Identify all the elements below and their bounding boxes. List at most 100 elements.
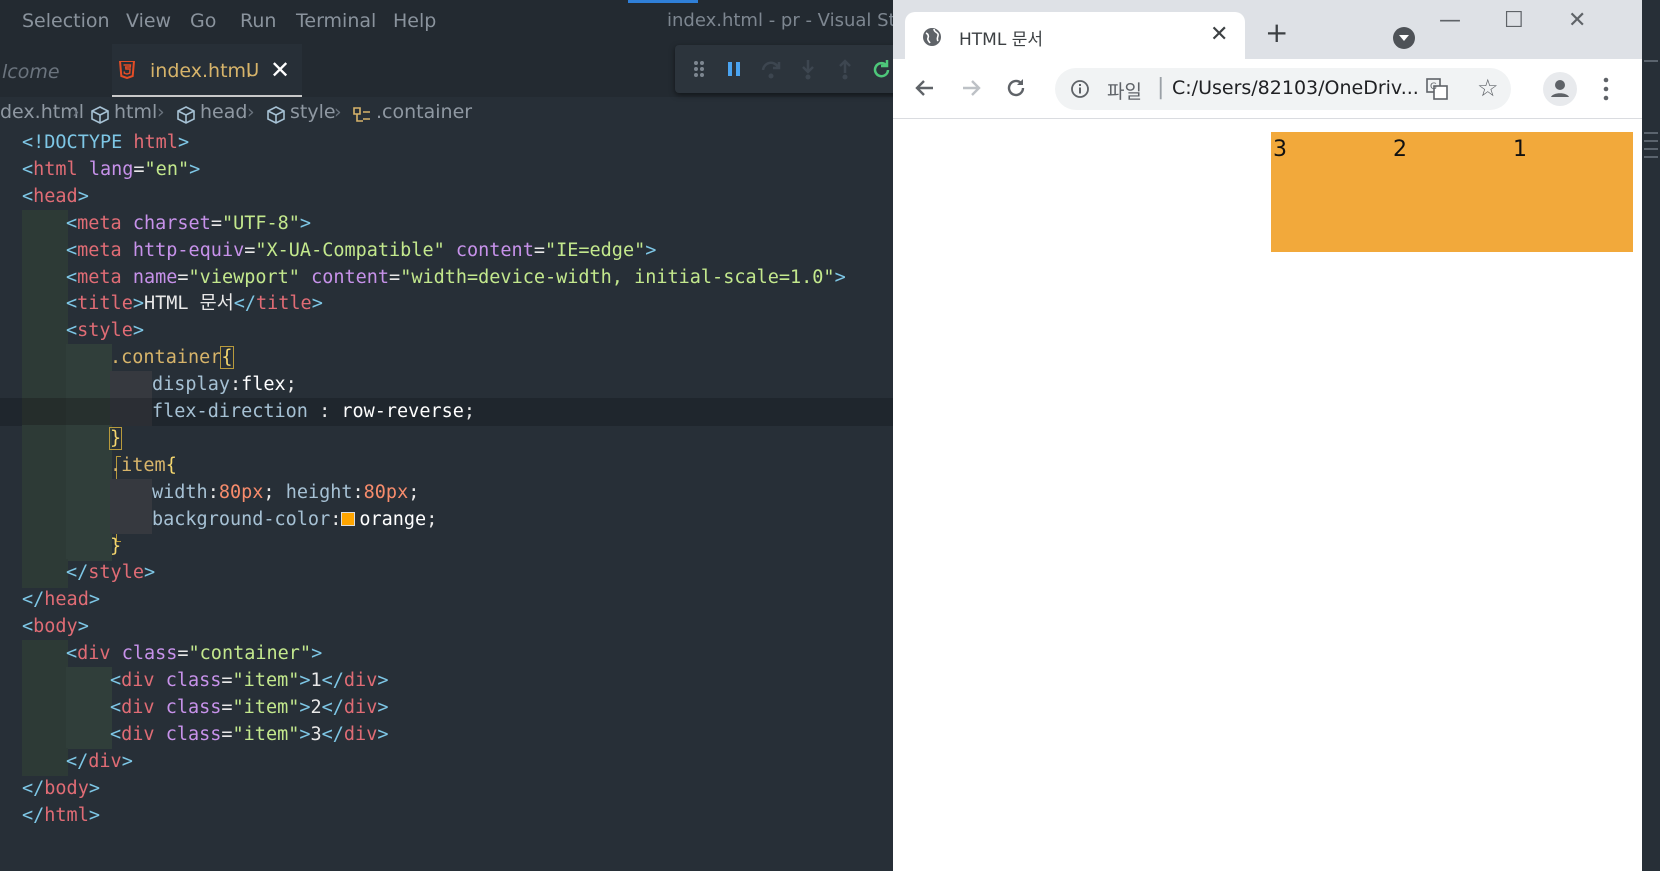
maximize-icon[interactable]: ☐ [1504, 8, 1524, 33]
indent-guide [22, 263, 68, 292]
code-line: } [0, 532, 893, 561]
browser-tab[interactable]: HTML 문서 ✕ [905, 12, 1245, 59]
tab-search-icon[interactable] [1393, 27, 1415, 49]
menu-view[interactable]: View [126, 10, 171, 32]
pause-icon[interactable] [723, 58, 745, 80]
url-separator: | [1157, 75, 1165, 100]
minimap-line [1644, 148, 1658, 150]
token-bracket: < [22, 185, 34, 207]
untracked-badge: U [246, 60, 260, 81]
indent-guide [110, 398, 152, 427]
token-bracket: </ [22, 589, 45, 611]
token-value: orange [359, 508, 427, 530]
step-over-icon[interactable] [760, 58, 782, 80]
minimap-line [1644, 140, 1658, 142]
title-bar-accent [628, 0, 698, 3]
token-attr: http-equiv [121, 239, 245, 261]
indent-guide [22, 317, 68, 346]
step-out-icon[interactable] [834, 58, 856, 80]
new-tab-button[interactable]: + [1265, 19, 1288, 47]
indent-guide [22, 424, 68, 454]
breadcrumb-head[interactable]: head [200, 101, 247, 123]
breadcrumb: dex.html › html › head › style › .contai… [0, 97, 893, 131]
code-editor[interactable]: <!DOCTYPE html> <html lang="en"> <head> … [0, 129, 893, 871]
tab-welcome[interactable]: lcome [0, 44, 110, 97]
token-semicolon: ; [426, 508, 438, 530]
minimap-line [1644, 132, 1658, 134]
profile-avatar-icon[interactable] [1543, 72, 1577, 106]
tab-index-html[interactable]: index.html U ✕ [112, 44, 302, 97]
token-attr: name [121, 266, 178, 288]
token-tag: meta [77, 266, 122, 288]
menu-help[interactable]: Help [393, 10, 436, 32]
token-string: "X-UA-Compatible" [255, 239, 445, 261]
info-icon[interactable] [1070, 79, 1090, 99]
close-icon[interactable]: ✕ [1210, 22, 1228, 47]
breadcrumb-separator: › [72, 101, 80, 123]
token-tag: body [44, 777, 89, 799]
token-bracket: </ [22, 804, 45, 826]
token-bracket: < [66, 320, 78, 342]
token-attr: content [299, 266, 390, 288]
token-string: "width=device-width, initial-scale=1.0" [400, 266, 835, 288]
token-bracket: > [645, 239, 657, 261]
url-scheme: 파일 [1107, 81, 1142, 103]
token-equals: = [221, 696, 233, 718]
indent-guide [66, 505, 112, 534]
menu-terminal[interactable]: Terminal [296, 10, 376, 32]
token-tag: body [33, 616, 78, 638]
menu-selection[interactable]: Selection [22, 10, 110, 32]
debug-toolbar [675, 45, 893, 93]
indent-guide [22, 747, 68, 777]
tab-label: index.html [150, 60, 252, 82]
code-line: <meta name="viewport" content="width=dev… [0, 263, 893, 292]
token-tag: head [44, 589, 89, 611]
token-string: "IE=edge" [544, 239, 646, 261]
forward-arrow-icon[interactable] [958, 75, 984, 101]
breadcrumb-separator: › [334, 101, 342, 123]
token-tag: html [122, 132, 178, 153]
token-equals: = [210, 212, 222, 234]
vscode-window: Selection View Go Run Terminal Help inde… [0, 0, 893, 871]
indent-guide [22, 209, 68, 239]
close-icon[interactable]: ✕ [270, 56, 290, 84]
menu-go[interactable]: Go [190, 10, 216, 32]
token-semicolon: ; [285, 374, 297, 396]
back-arrow-icon[interactable] [912, 75, 938, 101]
token-bracket: > [299, 670, 311, 691]
color-swatch-icon[interactable] [341, 511, 356, 526]
menu-run[interactable]: Run [240, 10, 276, 32]
token-tag: div [121, 723, 155, 745]
token-colon: : [207, 481, 219, 503]
indent-guide [22, 505, 68, 534]
indent-guide [66, 424, 112, 454]
token-semicolon: ; [408, 481, 420, 503]
breadcrumb-html[interactable]: html [114, 101, 157, 123]
address-bar[interactable]: 파일 | C:/Users/82103/OneDriv... G ☆ [1055, 68, 1511, 110]
bookmark-star-icon[interactable]: ☆ [1477, 74, 1499, 102]
cube-icon [177, 106, 195, 124]
restart-icon[interactable] [871, 58, 893, 80]
url-text[interactable]: C:/Users/82103/OneDriv... [1172, 77, 1419, 99]
step-into-icon[interactable] [797, 58, 819, 80]
breadcrumb-style[interactable]: style [290, 101, 336, 123]
minimize-icon[interactable]: — [1439, 8, 1461, 33]
token-attr: charset [121, 212, 211, 234]
tab-welcome-label: lcome [2, 61, 60, 83]
more-menu-icon[interactable] [1603, 76, 1609, 102]
token-attr: lang [77, 158, 134, 180]
token-bracket: > [88, 589, 100, 611]
code-line: } [0, 424, 893, 454]
breadcrumb-container[interactable]: .container [376, 101, 472, 123]
token-attr: class [110, 643, 178, 665]
token-bracket: < [22, 158, 34, 180]
token-bracket: > [377, 670, 389, 691]
token-bracket: < [110, 696, 122, 718]
drag-handle-icon[interactable] [688, 58, 710, 80]
token-semicolon: ; [263, 481, 286, 503]
code-line: .item{ [0, 451, 893, 481]
reload-icon[interactable] [1003, 75, 1029, 101]
translate-icon[interactable]: G [1426, 78, 1448, 100]
close-window-icon[interactable]: ✕ [1568, 8, 1586, 33]
token-value: flex [241, 374, 286, 396]
